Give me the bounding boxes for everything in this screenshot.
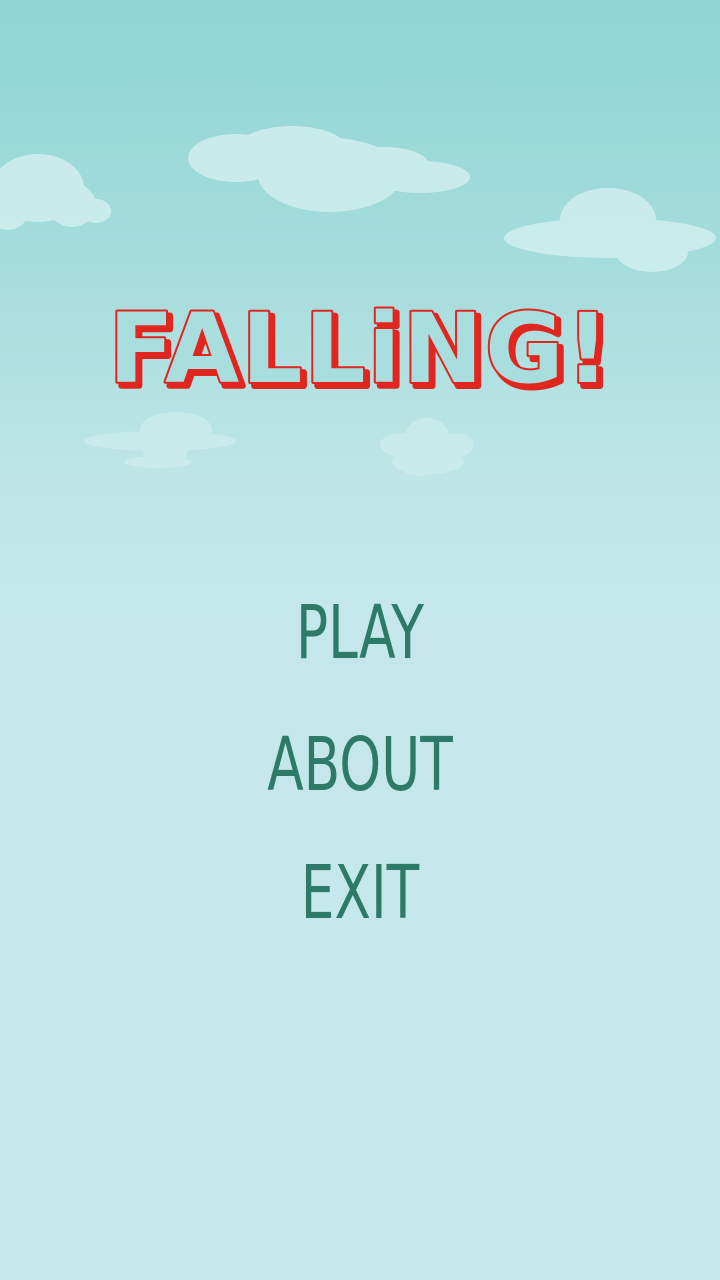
about-button[interactable]: ABOUT	[101, 720, 619, 810]
exit-button[interactable]: EXIT	[101, 848, 619, 938]
cloud-layer	[0, 126, 716, 476]
cloud-lower-left	[84, 412, 236, 468]
cloud-top-center	[188, 126, 470, 212]
main-menu-screen: FALLiNG! FALLiNG! PLAY ABOUT EXIT	[0, 0, 720, 1280]
cloud-right	[504, 188, 716, 272]
game-title-logo: FALLiNG! FALLiNG!	[106, 291, 616, 392]
cloud-lower-middle	[380, 418, 474, 476]
game-title: FALLiNG!	[108, 293, 611, 392]
cloud-left	[0, 154, 111, 230]
play-button[interactable]: PLAY	[101, 588, 619, 678]
